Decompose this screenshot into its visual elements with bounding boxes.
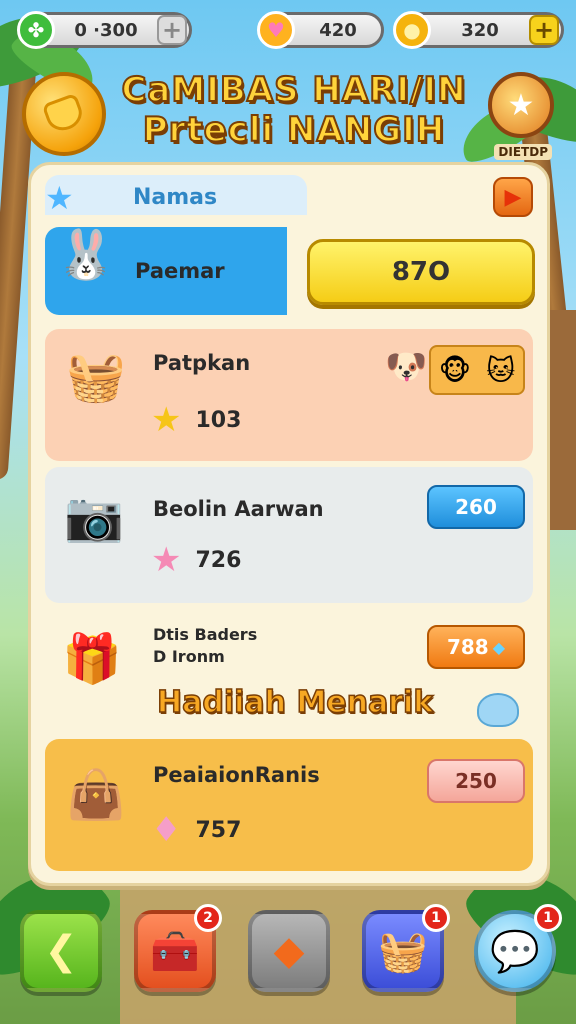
rabbit-character-icon: 🐰 [56,226,116,283]
claim-button-row-3-label: 260 [455,495,497,519]
special-reward-banner: Hadiiah Menarik [156,684,434,721]
clover-icon: ✤ [17,11,55,49]
gold-coin-icon: ● [393,11,431,49]
coin-heart-icon [22,72,106,156]
chest-character-icon: 🧺 [66,348,126,405]
chat-bubble-icon: 💬 [490,928,540,975]
currency-gold-value: 320 [461,19,499,41]
blue-star-icon: ★ [45,179,74,217]
blue-gem-icon: ◆ [492,637,506,657]
daily-reward-badge-icon[interactable]: ★ [488,72,554,138]
currency-heart-value: 420 [319,19,357,41]
reward-row-4-label-line1: Dtis Baders [153,625,258,644]
currency-pill-gold: ● 320 + [393,11,564,49]
claim-button-row-5[interactable]: 250 [427,759,525,803]
camera-icon: 📷 [64,488,124,545]
reward-row-2-label: Patpkan [153,351,251,375]
orange-gem-icon: ◆ [273,928,305,974]
nav-gem-button[interactable]: ◆ [248,910,330,992]
panel-tab-label: Namas [133,185,218,210]
reward-row-3-stat-value: 726 [195,547,242,573]
nav-shop-button[interactable]: 🧺 1 [362,904,450,992]
add-clover-button[interactable]: + [157,15,187,45]
nav-chest-badge: 2 [194,904,222,932]
currency-pill-heart: ♥ 420 [257,11,384,49]
pink-star-icon: ★ [151,540,182,580]
pink-gem-icon: ♦ [151,810,182,850]
title-line-1: CaMIBAS HARI/IN [120,69,467,111]
star-icon: ★ [151,400,182,440]
reward-panel: ★ Namas ▶ 🐰 Paemar 87O 🧺 Patpkan ★ 103 🐶… [28,162,550,886]
reward-row-3-stat: ★ 726 [151,543,241,577]
currency-pill-clover: ✤ 0 ·300 + [17,11,192,49]
claim-button-row-1[interactable]: 87O [307,239,535,305]
treasure-bag-icon: 👜 [66,766,126,823]
title-line-2: Prtecli NANGIH [142,109,446,151]
add-gold-button[interactable]: + [529,15,559,45]
nav-shop-badge: 1 [422,904,450,932]
reward-row-2-stat-value: 103 [195,407,242,433]
play-arrow-button[interactable]: ▶ [493,177,533,217]
pet-selection-box[interactable]: 🐵 🐱 [429,345,525,395]
claim-button-row-3[interactable]: 260 [427,485,525,529]
pet-monkey-icon: 🐵 [438,353,471,387]
top-currency-bar: ✤ 0 ·300 + ♥ 420 ● 320 + [0,8,576,52]
back-button[interactable]: ❮ [20,910,102,992]
claim-button-row-5-label: 250 [455,769,497,793]
pet-dog-icon: 🐶 [385,347,428,387]
reward-row-5-stat-value: 757 [195,817,242,843]
blue-slime-icon [477,693,519,727]
nav-chat-badge: 1 [534,904,562,932]
heart-coin-icon: ♥ [257,11,295,49]
nav-chest-button[interactable]: 🧰 2 [134,904,222,992]
treasure-chest-icon: 🎁 [62,630,122,687]
claim-button-row-4-label: 788 [446,635,489,659]
chest-icon: 🧰 [150,928,200,975]
pet-cat-icon: 🐱 [486,353,516,387]
currency-clover-value: 0 ·300 [74,19,138,41]
page-title: CaMIBAS HARI/IN Prtecli NANGIH [104,69,484,151]
reward-row-3-label: Beolin Aarwan [153,497,324,521]
claim-button-row-4[interactable]: 788 ◆ [427,625,525,669]
reward-row-1-label: Paemar [135,259,225,283]
reward-row-4-label-line2: D Ironm [153,647,225,666]
fruit-basket-icon: 🧺 [378,928,428,975]
nav-chat-button[interactable]: 💬 1 [474,904,562,992]
reward-row-5-label: PeaiaionRanis [153,763,320,787]
reward-row-5-stat: ♦ 757 [151,813,241,847]
daily-reward-badge-label: DIETDP [494,144,552,160]
reward-row-2-stat: ★ 103 [151,403,241,437]
